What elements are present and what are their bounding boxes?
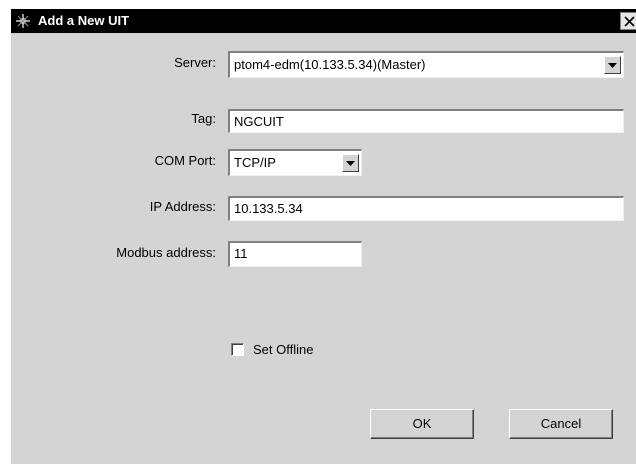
title-bar[interactable]: Add a New UIT [11, 9, 636, 33]
server-label: Server: [174, 55, 216, 70]
chevron-down-icon [346, 161, 355, 166]
ip-label: IP Address: [149, 199, 216, 214]
tag-input[interactable]: NGCUIT [228, 109, 624, 133]
modbus-input[interactable]: 11 [228, 241, 362, 267]
server-select[interactable]: ptom4-edm(10.133.5.34)(Master) [228, 51, 624, 78]
server-value: ptom4-edm(10.133.5.34)(Master) [234, 57, 426, 72]
cancel-button[interactable]: Cancel [509, 409, 613, 439]
ip-value: 10.133.5.34 [234, 201, 303, 216]
close-button[interactable] [620, 12, 636, 30]
comport-label: COM Port: [154, 153, 216, 168]
comport-select[interactable]: TCP/IP [228, 149, 362, 176]
window-title: Add a New UIT [38, 13, 130, 28]
ok-button[interactable]: OK [370, 409, 474, 439]
close-icon [624, 16, 635, 27]
tag-value: NGCUIT [234, 114, 284, 129]
add-uit-dialog: Add a New UIT Server: ptom4-edm(10.133.5… [10, 8, 636, 464]
modbus-value: 11 [234, 246, 248, 261]
tag-label: Tag: [191, 111, 216, 126]
modbus-label: Modbus address: [116, 245, 216, 260]
server-dropdown-button[interactable] [604, 56, 621, 74]
ip-input[interactable]: 10.133.5.34 [228, 196, 624, 221]
chevron-down-icon [608, 63, 617, 68]
comport-value: TCP/IP [234, 155, 276, 170]
set-offline-checkbox[interactable] [231, 343, 244, 356]
app-icon [15, 13, 31, 29]
set-offline-label[interactable]: Set Offline [253, 342, 313, 358]
comport-dropdown-button[interactable] [342, 154, 359, 172]
